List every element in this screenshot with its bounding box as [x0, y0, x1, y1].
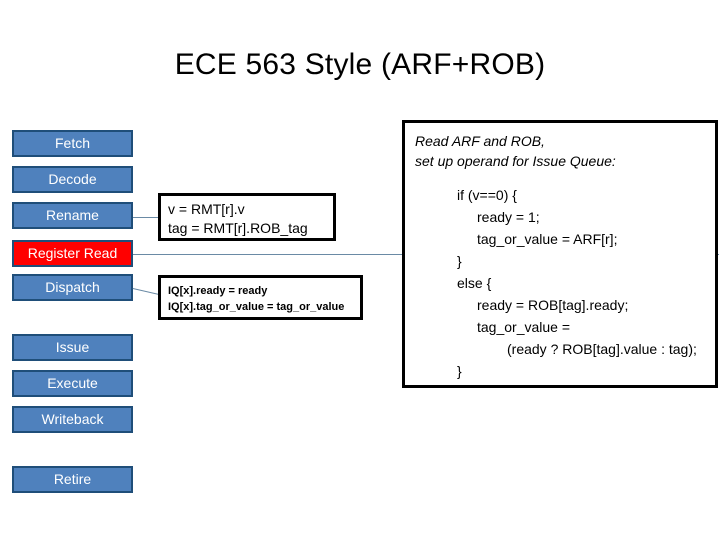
- slide-canvas: ECE 563 Style (ARF+ROB) Fetch Decode Ren…: [0, 0, 720, 540]
- pipeline-stage-dispatch[interactable]: Dispatch: [12, 274, 133, 301]
- panel-code-block: if (v==0) { ready = 1; tag_or_value = AR…: [415, 184, 709, 382]
- pipeline-stage-label: Retire: [53, 471, 92, 487]
- pipeline-stage-label: Register Read: [27, 245, 118, 261]
- callout-code-line: tag = RMT[r].ROB_tag: [168, 220, 308, 236]
- callout-code-line: IQ[x].ready = ready: [168, 285, 268, 297]
- pipeline-stage-issue[interactable]: Issue: [12, 334, 133, 361]
- register-read-detail-panel: Read ARF and ROB, set up operand for Iss…: [402, 120, 718, 388]
- panel-code-line: tag_or_value =: [477, 319, 571, 335]
- pipeline-stage-writeback[interactable]: Writeback: [12, 406, 133, 433]
- callout-dispatch-issue-queue: IQ[x].ready = ready IQ[x].tag_or_value =…: [158, 275, 363, 320]
- panel-header-line: set up operand for Issue Queue:: [415, 153, 616, 169]
- pipeline-stage-label: Issue: [55, 339, 90, 355]
- pipeline-stage-label: Dispatch: [45, 279, 100, 295]
- panel-code-line: }: [457, 253, 462, 269]
- panel-code-line: (ready ? ROB[tag].value : tag);: [507, 341, 697, 357]
- pipeline-stage-label: Rename: [46, 207, 99, 223]
- pipeline-stage-label: Decode: [48, 171, 97, 187]
- panel-header-line: Read ARF and ROB,: [415, 133, 545, 149]
- callout-rename-rmt: v = RMT[r].v tag = RMT[r].ROB_tag: [158, 193, 336, 241]
- callout-code-line: v = RMT[r].v: [168, 201, 245, 217]
- panel-code-line: else {: [457, 275, 492, 291]
- panel-code-line: }: [457, 363, 462, 379]
- pipeline-stage-rename[interactable]: Rename: [12, 202, 133, 229]
- panel-code-line: ready = ROB[tag].ready;: [477, 297, 629, 313]
- pipeline-stage-label: Writeback: [41, 411, 104, 427]
- pipeline-stage-register-read[interactable]: Register Read: [12, 240, 133, 267]
- pipeline-stage-label: Execute: [47, 375, 98, 391]
- panel-code-line: if (v==0) {: [457, 187, 517, 203]
- pipeline-stage-fetch[interactable]: Fetch: [12, 130, 133, 157]
- page-title: ECE 563 Style (ARF+ROB): [174, 48, 546, 81]
- panel-header: Read ARF and ROB, set up operand for Iss…: [415, 131, 709, 171]
- panel-code-line: ready = 1;: [477, 209, 540, 225]
- pipeline-stage-decode[interactable]: Decode: [12, 166, 133, 193]
- callout-code-line: IQ[x].tag_or_value = tag_or_value: [168, 301, 345, 313]
- panel-code-line: tag_or_value = ARF[r];: [477, 231, 618, 247]
- connector-dispatch-to-iq-callout: [132, 288, 161, 296]
- connector-rename-to-rmt-callout: [133, 217, 159, 218]
- pipeline-stage-label: Fetch: [54, 135, 90, 151]
- pipeline-stage-retire[interactable]: Retire: [12, 466, 133, 493]
- pipeline-stage-execute[interactable]: Execute: [12, 370, 133, 397]
